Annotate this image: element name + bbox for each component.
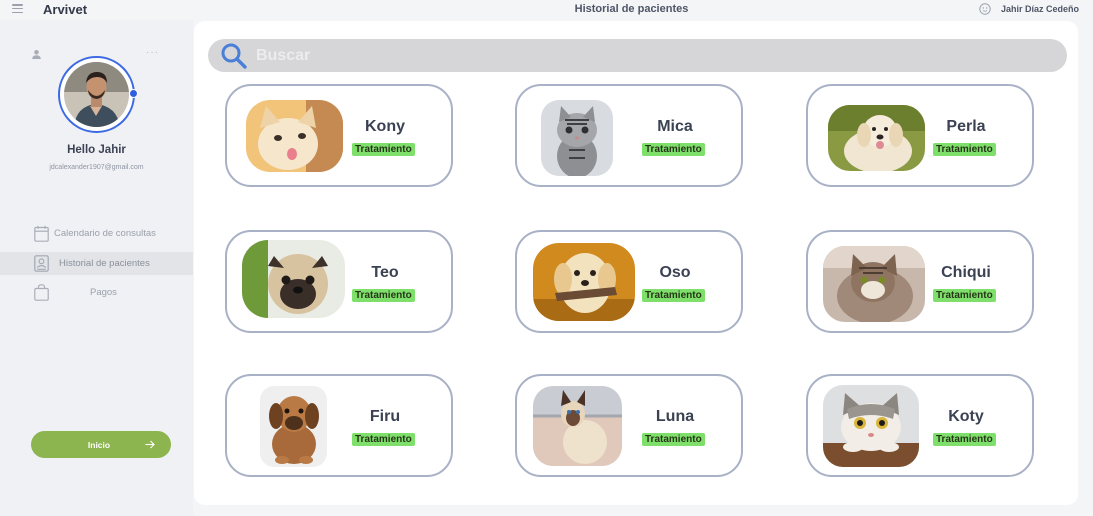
- status-badge: Tratamiento: [933, 143, 996, 156]
- calendar-icon: [34, 225, 49, 242]
- patient-name: Perla: [946, 118, 986, 135]
- user-menu[interactable]: Jahir Díaz Cedeño: [979, 3, 1079, 15]
- user-email: jdcalexander1907@gmail.com: [49, 164, 144, 171]
- pet-photo: [242, 240, 345, 318]
- patient-card[interactable]: Luna Tratamiento: [515, 374, 743, 477]
- arrow-right-icon: [145, 440, 155, 449]
- patient-name: Oso: [659, 264, 691, 281]
- patient-card[interactable]: Perla Tratamiento: [806, 84, 1034, 187]
- avatar[interactable]: [64, 62, 129, 127]
- person-icon[interactable]: [31, 49, 42, 60]
- patient-card[interactable]: Chiqui Tratamiento: [806, 230, 1034, 333]
- status-badge: Tratamiento: [933, 433, 996, 446]
- patient-name: Chiqui: [941, 264, 991, 281]
- sidebar-item-label: Calendario de consultas: [54, 228, 156, 239]
- pet-photo: [533, 386, 622, 466]
- status-badge: Tratamiento: [642, 433, 705, 446]
- sidebar-item-historial[interactable]: Historial de pacientes: [0, 252, 193, 275]
- pet-photo: [823, 246, 925, 322]
- status-badge: Tratamiento: [352, 143, 415, 156]
- patient-card[interactable]: Oso Tratamiento: [515, 230, 743, 333]
- patient-name: Koty: [948, 408, 984, 425]
- top-bar: Arvivet Historial de pacientes Jahir Día…: [0, 0, 1093, 20]
- status-badge: Tratamiento: [933, 289, 996, 302]
- patient-name: Firu: [369, 408, 401, 425]
- pet-photo: [541, 100, 613, 176]
- greeting: Hello Jahir: [67, 144, 126, 156]
- pet-photo: [533, 243, 635, 321]
- search-icon[interactable]: [220, 42, 248, 70]
- pet-photo: [246, 100, 343, 172]
- patient-card[interactable]: Firu Tratamiento: [225, 374, 453, 477]
- search-bar[interactable]: Buscar: [208, 39, 1067, 72]
- patient-record-icon: [34, 255, 49, 272]
- page-title: Historial de pacientes: [574, 3, 689, 15]
- status-badge: Tratamiento: [352, 433, 415, 446]
- patient-name: Mica: [657, 118, 693, 135]
- inicio-button[interactable]: Inicio: [31, 431, 171, 458]
- pet-photo: [828, 105, 925, 171]
- more-options-icon[interactable]: ···: [146, 48, 159, 58]
- status-badge: Tratamiento: [642, 289, 705, 302]
- patient-card[interactable]: Koty Tratamiento: [806, 374, 1034, 477]
- patient-name: Teo: [371, 264, 399, 281]
- sidebar-item-label: Historial de pacientes: [59, 258, 150, 269]
- status-badge: Tratamiento: [642, 143, 705, 156]
- search-input[interactable]: Buscar: [256, 47, 310, 65]
- patient-name: Luna: [655, 408, 695, 425]
- bag-icon: [34, 284, 49, 301]
- sidebar-item-pagos[interactable]: Pagos: [0, 281, 193, 304]
- user-face-icon: [979, 3, 991, 15]
- pet-photo: [823, 385, 919, 467]
- patient-card[interactable]: Mica Tratamiento: [515, 84, 743, 187]
- patient-card[interactable]: Kony Tratamiento: [225, 84, 453, 187]
- pet-photo: [260, 386, 327, 467]
- status-badge: Tratamiento: [352, 289, 415, 302]
- online-status-dot: [129, 89, 138, 98]
- user-name: Jahir Díaz Cedeño: [1000, 4, 1079, 14]
- patient-name: Kony: [365, 118, 405, 135]
- patient-card[interactable]: Teo Tratamiento: [225, 230, 453, 333]
- sidebar-item-label: Pagos: [90, 287, 117, 298]
- sidebar-item-calendario[interactable]: Calendario de consultas: [0, 222, 193, 245]
